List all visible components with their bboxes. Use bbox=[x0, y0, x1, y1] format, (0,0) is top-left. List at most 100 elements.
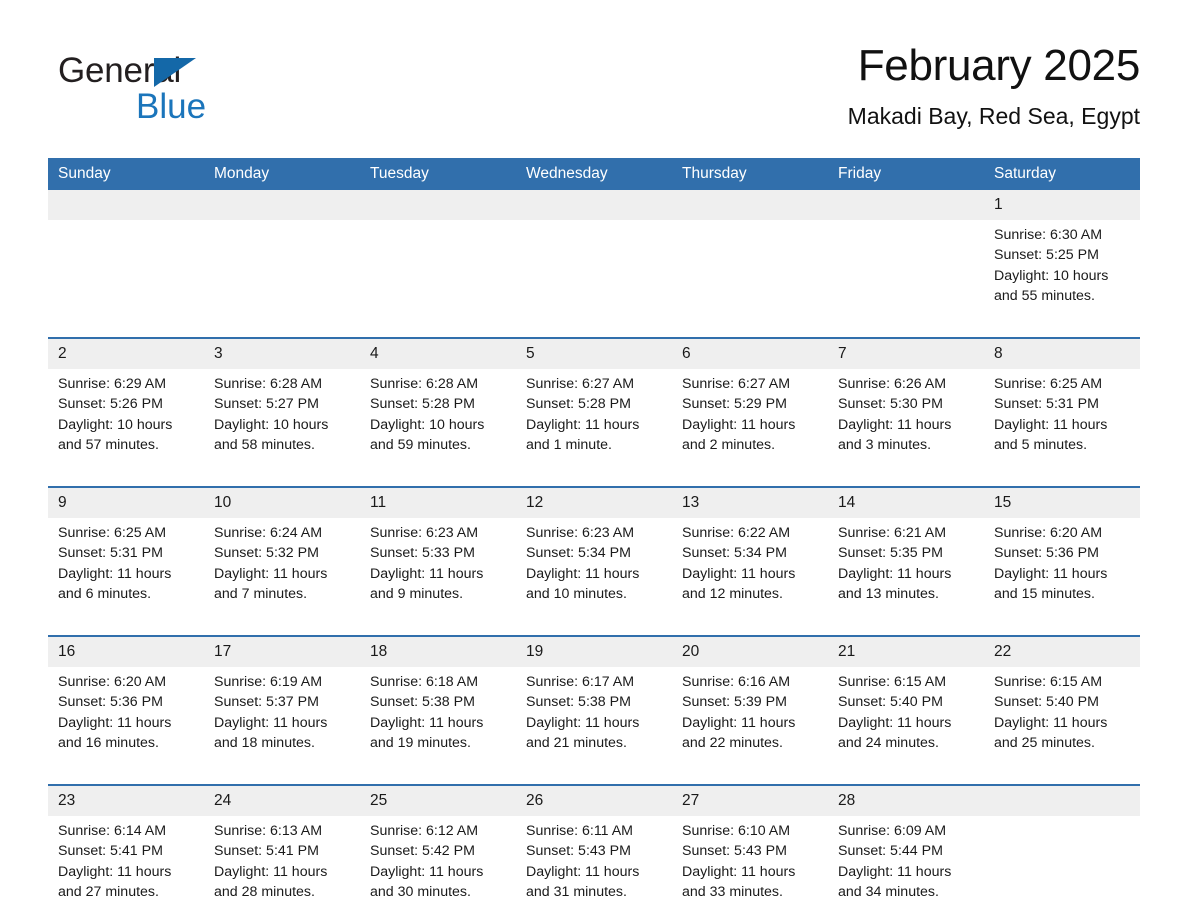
sunset-text: Sunset: 5:27 PM bbox=[214, 396, 319, 413]
general-blue-logo[interactable]: General Blue bbox=[58, 52, 258, 130]
day-number: 13 bbox=[672, 488, 828, 518]
weekday-header-thursday: Thursday bbox=[672, 158, 828, 190]
calendar-day-cell bbox=[984, 784, 1140, 921]
day-number: 25 bbox=[360, 786, 516, 816]
day-cell: 24 Sunrise: 6:13 AM Sunset: 5:41 PM Dayligh… bbox=[204, 786, 360, 919]
calendar-day-cell[interactable]: 13 Sunrise: 6:22 AM Sunset: 5:34 PM Dayligh… bbox=[672, 486, 828, 623]
day-cell-empty bbox=[360, 190, 516, 323]
calendar-day-cell bbox=[204, 190, 360, 325]
calendar-day-cell[interactable]: 26 Sunrise: 6:11 AM Sunset: 5:43 PM Dayligh… bbox=[516, 784, 672, 921]
day-number: 17 bbox=[204, 637, 360, 667]
calendar-day-cell[interactable]: 28 Sunrise: 6:09 AM Sunset: 5:44 PM Dayligh… bbox=[828, 784, 984, 921]
sunrise-text: Sunrise: 6:14 AM bbox=[58, 823, 167, 839]
day-number: 5 bbox=[516, 339, 672, 369]
calendar-day-cell[interactable]: 22 Sunrise: 6:15 AM Sunset: 5:40 PM Dayligh… bbox=[984, 635, 1140, 772]
calendar-day-cell[interactable]: 20 Sunrise: 6:16 AM Sunset: 5:39 PM Dayligh… bbox=[672, 635, 828, 772]
calendar-day-cell[interactable]: 25 Sunrise: 6:12 AM Sunset: 5:42 PM Dayligh… bbox=[360, 784, 516, 921]
calendar-day-cell[interactable]: 5 Sunrise: 6:27 AM Sunset: 5:28 PM Daylight… bbox=[516, 337, 672, 474]
sunrise-text: Sunrise: 6:27 AM bbox=[526, 376, 635, 392]
daylight-text: Daylight: 10 hours and 58 minutes. bbox=[214, 416, 329, 453]
calendar-week-row: 1 Sunrise: 6:30 AM Sunset: 5:25 PM Daylight… bbox=[48, 190, 1140, 325]
calendar-day-cell[interactable]: 10 Sunrise: 6:24 AM Sunset: 5:32 PM Dayligh… bbox=[204, 486, 360, 623]
daylight-text: Daylight: 11 hours and 3 minutes. bbox=[838, 416, 952, 453]
weekday-header-sunday: Sunday bbox=[48, 158, 204, 190]
sunrise-text: Sunrise: 6:20 AM bbox=[994, 525, 1103, 541]
day-cell: 7 Sunrise: 6:26 AM Sunset: 5:30 PM Daylight… bbox=[828, 339, 984, 472]
calendar-day-cell[interactable]: 23 Sunrise: 6:14 AM Sunset: 5:41 PM Dayligh… bbox=[48, 784, 204, 921]
weekday-header-friday: Friday bbox=[828, 158, 984, 190]
calendar-day-cell[interactable]: 21 Sunrise: 6:15 AM Sunset: 5:40 PM Dayligh… bbox=[828, 635, 984, 772]
calendar-body: 1 Sunrise: 6:30 AM Sunset: 5:25 PM Daylight… bbox=[48, 190, 1140, 921]
sunrise-text: Sunrise: 6:23 AM bbox=[526, 525, 635, 541]
daylight-text: Daylight: 10 hours and 59 minutes. bbox=[370, 416, 485, 453]
day-cell: 12 Sunrise: 6:23 AM Sunset: 5:34 PM Dayligh… bbox=[516, 488, 672, 621]
sunset-text: Sunset: 5:35 PM bbox=[838, 545, 943, 562]
sunrise-text: Sunrise: 6:18 AM bbox=[370, 674, 479, 690]
daylight-text: Daylight: 11 hours and 15 minutes. bbox=[994, 565, 1108, 602]
calendar-day-cell bbox=[48, 190, 204, 325]
calendar-page: General Blue February 2025 Makadi Bay, R… bbox=[0, 0, 1188, 921]
sunset-text: Sunset: 5:39 PM bbox=[682, 694, 787, 711]
day-cell: 14 Sunrise: 6:21 AM Sunset: 5:35 PM Dayligh… bbox=[828, 488, 984, 621]
calendar-day-cell[interactable]: 11 Sunrise: 6:23 AM Sunset: 5:33 PM Dayligh… bbox=[360, 486, 516, 623]
daylight-text: Daylight: 11 hours and 28 minutes. bbox=[214, 863, 328, 900]
day-number: 15 bbox=[984, 488, 1140, 518]
sunset-text: Sunset: 5:33 PM bbox=[370, 545, 475, 562]
day-cell: 16 Sunrise: 6:20 AM Sunset: 5:36 PM Dayligh… bbox=[48, 637, 204, 770]
day-details: Sunrise: 6:12 AM Sunset: 5:42 PM Daylight:… bbox=[360, 816, 516, 902]
calendar-day-cell[interactable]: 2 Sunrise: 6:29 AM Sunset: 5:26 PM Daylight… bbox=[48, 337, 204, 474]
day-number: 6 bbox=[672, 339, 828, 369]
day-number bbox=[672, 190, 828, 220]
calendar-day-cell[interactable]: 9 Sunrise: 6:25 AM Sunset: 5:31 PM Daylight… bbox=[48, 486, 204, 623]
weekday-header-wednesday: Wednesday bbox=[516, 158, 672, 190]
calendar-day-cell[interactable]: 12 Sunrise: 6:23 AM Sunset: 5:34 PM Dayligh… bbox=[516, 486, 672, 623]
calendar-day-cell[interactable]: 3 Sunrise: 6:28 AM Sunset: 5:27 PM Daylight… bbox=[204, 337, 360, 474]
calendar-day-cell[interactable]: 7 Sunrise: 6:26 AM Sunset: 5:30 PM Daylight… bbox=[828, 337, 984, 474]
calendar-day-cell[interactable]: 8 Sunrise: 6:25 AM Sunset: 5:31 PM Daylight… bbox=[984, 337, 1140, 474]
week-spacer bbox=[48, 474, 1140, 487]
calendar-day-cell[interactable]: 1 Sunrise: 6:30 AM Sunset: 5:25 PM Daylight… bbox=[984, 190, 1140, 325]
day-number: 12 bbox=[516, 488, 672, 518]
calendar-day-cell[interactable]: 16 Sunrise: 6:20 AM Sunset: 5:36 PM Dayligh… bbox=[48, 635, 204, 772]
daylight-text: Daylight: 10 hours and 55 minutes. bbox=[994, 267, 1109, 304]
calendar-day-cell[interactable]: 18 Sunrise: 6:18 AM Sunset: 5:38 PM Dayligh… bbox=[360, 635, 516, 772]
day-number: 20 bbox=[672, 637, 828, 667]
daylight-text: Daylight: 11 hours and 30 minutes. bbox=[370, 863, 484, 900]
day-cell: 9 Sunrise: 6:25 AM Sunset: 5:31 PM Daylight… bbox=[48, 488, 204, 621]
day-number bbox=[828, 190, 984, 220]
calendar-day-cell[interactable]: 15 Sunrise: 6:20 AM Sunset: 5:36 PM Dayligh… bbox=[984, 486, 1140, 623]
calendar-day-cell[interactable]: 4 Sunrise: 6:28 AM Sunset: 5:28 PM Daylight… bbox=[360, 337, 516, 474]
calendar-day-cell bbox=[360, 190, 516, 325]
daylight-text: Daylight: 11 hours and 22 minutes. bbox=[682, 714, 796, 751]
sunset-text: Sunset: 5:44 PM bbox=[838, 843, 943, 860]
page-header: General Blue February 2025 Makadi Bay, R… bbox=[48, 40, 1140, 152]
title-block: February 2025 Makadi Bay, Red Sea, Egypt bbox=[420, 40, 1141, 132]
daylight-text: Daylight: 11 hours and 33 minutes. bbox=[682, 863, 796, 900]
day-details: Sunrise: 6:14 AM Sunset: 5:41 PM Daylight:… bbox=[48, 816, 204, 902]
daylight-text: Daylight: 11 hours and 25 minutes. bbox=[994, 714, 1108, 751]
calendar-day-cell[interactable]: 17 Sunrise: 6:19 AM Sunset: 5:37 PM Dayligh… bbox=[204, 635, 360, 772]
day-cell: 19 Sunrise: 6:17 AM Sunset: 5:38 PM Dayligh… bbox=[516, 637, 672, 770]
sunrise-text: Sunrise: 6:21 AM bbox=[838, 525, 947, 541]
daylight-text: Daylight: 11 hours and 16 minutes. bbox=[58, 714, 172, 751]
day-cell-empty bbox=[516, 190, 672, 323]
sunset-text: Sunset: 5:38 PM bbox=[370, 694, 475, 711]
day-number: 3 bbox=[204, 339, 360, 369]
day-number: 24 bbox=[204, 786, 360, 816]
calendar-day-cell[interactable]: 6 Sunrise: 6:27 AM Sunset: 5:29 PM Daylight… bbox=[672, 337, 828, 474]
sunrise-text: Sunrise: 6:11 AM bbox=[526, 823, 633, 839]
calendar-week-row: 9 Sunrise: 6:25 AM Sunset: 5:31 PM Daylight… bbox=[48, 486, 1140, 623]
day-cell: 8 Sunrise: 6:25 AM Sunset: 5:31 PM Daylight… bbox=[984, 339, 1140, 472]
day-number: 18 bbox=[360, 637, 516, 667]
daylight-text: Daylight: 11 hours and 9 minutes. bbox=[370, 565, 484, 602]
calendar-day-cell[interactable]: 27 Sunrise: 6:10 AM Sunset: 5:43 PM Dayligh… bbox=[672, 784, 828, 921]
day-cell: 18 Sunrise: 6:18 AM Sunset: 5:38 PM Dayligh… bbox=[360, 637, 516, 770]
calendar-day-cell[interactable]: 19 Sunrise: 6:17 AM Sunset: 5:38 PM Dayligh… bbox=[516, 635, 672, 772]
day-details: Sunrise: 6:25 AM Sunset: 5:31 PM Daylight:… bbox=[48, 518, 204, 604]
calendar-day-cell[interactable]: 24 Sunrise: 6:13 AM Sunset: 5:41 PM Dayligh… bbox=[204, 784, 360, 921]
day-cell: 10 Sunrise: 6:24 AM Sunset: 5:32 PM Dayligh… bbox=[204, 488, 360, 621]
day-details: Sunrise: 6:20 AM Sunset: 5:36 PM Daylight:… bbox=[48, 667, 204, 753]
calendar-day-cell[interactable]: 14 Sunrise: 6:21 AM Sunset: 5:35 PM Dayligh… bbox=[828, 486, 984, 623]
day-number: 22 bbox=[984, 637, 1140, 667]
logo-text-blue: Blue bbox=[136, 87, 207, 126]
